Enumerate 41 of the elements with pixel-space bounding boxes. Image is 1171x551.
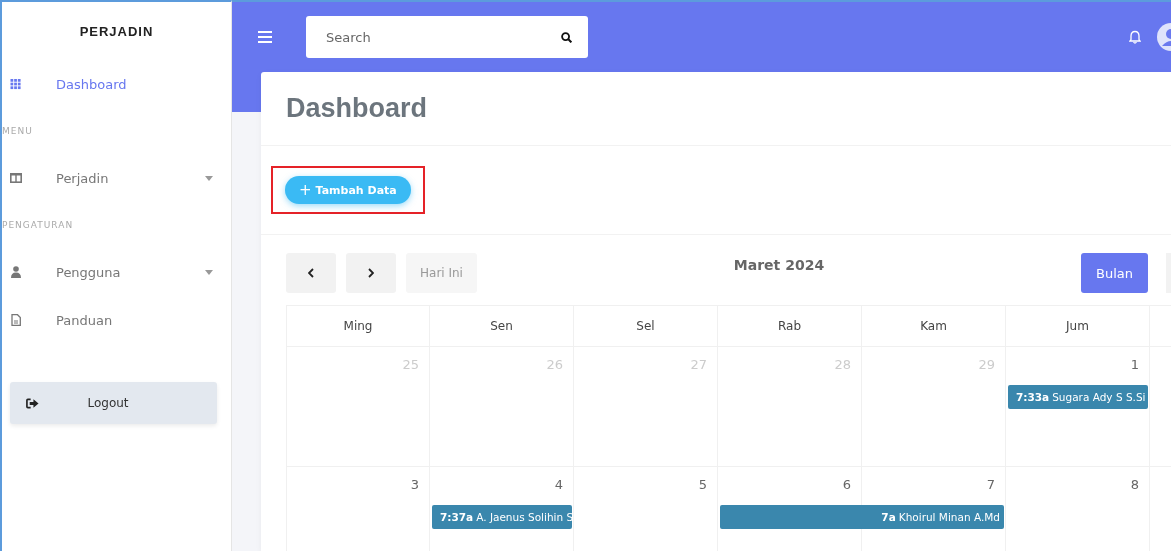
date-number: 3 — [410, 477, 419, 492]
menu-icon[interactable] — [258, 31, 272, 43]
chevron-left-icon — [308, 268, 314, 278]
section-heading: PENGATURAN — [2, 219, 75, 232]
view-button[interactable]: Bulan — [1081, 253, 1148, 293]
grid-icon — [10, 78, 22, 90]
date-number: 5 — [698, 477, 707, 492]
page-title: Dashboard — [261, 72, 1171, 146]
date-number: 7 — [986, 477, 995, 492]
weekday-header: Sel — [574, 305, 718, 347]
weekday-header: Rab — [718, 305, 862, 347]
chevron-right-icon — [368, 268, 374, 278]
logout-button[interactable]: Logout — [10, 382, 217, 424]
date-number: 1 — [1130, 357, 1139, 372]
weekday-header: Jum — [1006, 305, 1150, 347]
today-button[interactable]: Hari Ini — [406, 253, 477, 293]
add-data-button[interactable]: + Tambah Data — [285, 176, 411, 204]
sidebar-link[interactable]: Panduan — [56, 312, 213, 328]
sidebar-link[interactable]: Perjadin — [56, 170, 205, 186]
section-heading: MENU — [2, 125, 34, 138]
calendar-event[interactable]: 7a Khoirul Minan A.Md — [720, 505, 1004, 529]
weekday-header: Sen — [430, 305, 574, 347]
search-button[interactable] — [544, 16, 588, 58]
sidebar-link[interactable]: Dashboard — [56, 76, 213, 92]
columns-icon — [10, 173, 22, 183]
date-number: 6 — [842, 477, 851, 492]
calendar-event[interactable]: 7:37a A. Jaenus Solihin S — [432, 505, 572, 529]
date-number: 8 — [1130, 477, 1139, 492]
logout-icon — [26, 397, 39, 409]
weekday-header: Kam — [862, 305, 1006, 347]
date-number: 4 — [554, 477, 563, 492]
calendar-title: Maret 2024 — [732, 256, 826, 273]
search-icon — [560, 31, 572, 43]
bell-icon[interactable] — [1129, 30, 1141, 44]
search-field[interactable]: Search — [306, 16, 544, 58]
weekday-header: Ming — [286, 305, 430, 347]
brand-title: PERJADIN — [78, 22, 155, 41]
file-icon — [10, 314, 22, 326]
sidebar-link[interactable]: Pengguna — [56, 264, 205, 280]
calendar-event[interactable]: 7:33a Sugara Ady S S.Si — [1008, 385, 1148, 409]
user-icon — [10, 266, 22, 278]
